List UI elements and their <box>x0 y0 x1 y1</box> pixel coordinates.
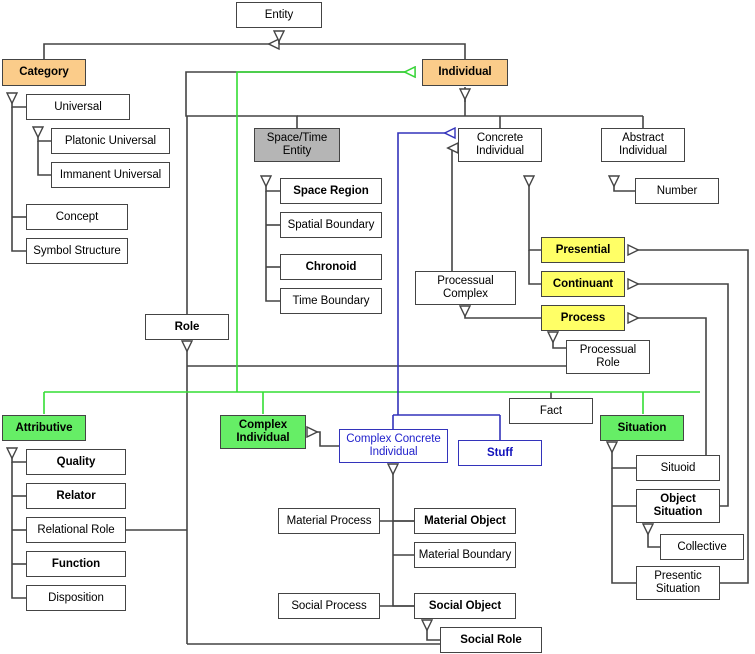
node-space-region[interactable]: Space Region <box>280 178 382 204</box>
edge-mo-cci <box>393 464 414 522</box>
node-complex-individual[interactable]: Complex Individual <box>220 415 306 449</box>
node-presentic-situation[interactable]: Presentic Situation <box>636 566 720 600</box>
node-material-boundary[interactable]: Material Boundary <box>414 542 516 568</box>
edge-universal-category <box>12 93 26 108</box>
edge-immanent-universal <box>37 141 51 176</box>
node-complex-concrete-individual[interactable]: Complex Concrete Individual <box>339 429 448 463</box>
node-space-time-entity[interactable]: Space/Time Entity <box>254 128 340 162</box>
node-category[interactable]: Category <box>2 59 86 86</box>
node-disposition[interactable]: Disposition <box>26 585 126 611</box>
edge-quality-attributive <box>12 448 26 463</box>
node-object-situation[interactable]: Object Situation <box>636 489 720 523</box>
node-number[interactable]: Number <box>635 178 719 204</box>
node-fact[interactable]: Fact <box>509 398 593 424</box>
node-concept[interactable]: Concept <box>26 204 128 230</box>
node-universal[interactable]: Universal <box>26 94 130 120</box>
node-entity[interactable]: Entity <box>236 2 322 28</box>
edge-situoid-situation <box>612 442 636 469</box>
edge-process-pcomplex <box>465 306 541 319</box>
node-processual-role[interactable]: Processual Role <box>566 340 650 374</box>
edge-prole-process <box>553 332 566 349</box>
node-material-object[interactable]: Material Object <box>414 508 516 534</box>
node-platonic-universal[interactable]: Platonic Universal <box>51 128 170 154</box>
node-abstract-individual[interactable]: Abstract Individual <box>601 128 685 162</box>
edge-collective-objsit <box>648 524 660 548</box>
node-chronoid[interactable]: Chronoid <box>280 254 382 280</box>
edge-number-abstract <box>614 176 635 192</box>
edge-so-cci <box>392 521 414 607</box>
edge-timeb-ste <box>265 191 280 302</box>
edge-spaceregion-ste <box>266 176 280 192</box>
node-immanent-universal[interactable]: Immanent Universal <box>51 162 170 188</box>
node-situoid[interactable]: Situoid <box>636 455 720 481</box>
ontology-diagram: Entity Category Individual Universal Platoni… <box>0 0 755 654</box>
edge-pcomplex-ci <box>452 148 458 271</box>
node-relator[interactable]: Relator <box>26 483 126 509</box>
node-presential[interactable]: Presential <box>541 237 625 263</box>
edge-individual-entity <box>279 43 466 59</box>
edge-category-entity <box>43 44 279 59</box>
node-continuant[interactable]: Continuant <box>541 271 625 297</box>
node-relational-role[interactable]: Relational Role <box>26 517 126 543</box>
node-concrete-individual[interactable]: Concrete Individual <box>458 128 542 162</box>
node-material-process[interactable]: Material Process <box>278 508 380 534</box>
node-situation[interactable]: Situation <box>600 415 684 441</box>
node-role[interactable]: Role <box>145 314 229 340</box>
node-function[interactable]: Function <box>26 551 126 577</box>
node-symbol-structure[interactable]: Symbol Structure <box>26 238 128 264</box>
edge-ste-individual <box>185 72 415 128</box>
node-collective[interactable]: Collective <box>660 534 744 560</box>
node-individual[interactable]: Individual <box>422 59 508 86</box>
node-spatial-boundary[interactable]: Spatial Boundary <box>280 212 382 238</box>
edge-presential-ci <box>529 176 541 251</box>
node-quality[interactable]: Quality <box>26 449 126 475</box>
node-social-process[interactable]: Social Process <box>278 593 380 619</box>
edge-presentic-situation <box>611 468 636 584</box>
node-processual-complex[interactable]: Processual Complex <box>415 271 516 305</box>
edge-socialrole-socialobject <box>427 620 440 641</box>
node-stuff[interactable]: Stuff <box>458 440 542 466</box>
edge-symbol-category <box>11 107 26 252</box>
edge-continuant-ci <box>528 250 541 285</box>
node-attributive[interactable]: Attributive <box>2 415 86 441</box>
node-process[interactable]: Process <box>541 305 625 331</box>
edge-cci-complexindividual <box>307 432 339 447</box>
edge-platonic-universal <box>38 127 51 142</box>
node-social-role[interactable]: Social Role <box>440 627 542 653</box>
node-social-object[interactable]: Social Object <box>414 593 516 619</box>
node-time-boundary[interactable]: Time Boundary <box>280 288 382 314</box>
